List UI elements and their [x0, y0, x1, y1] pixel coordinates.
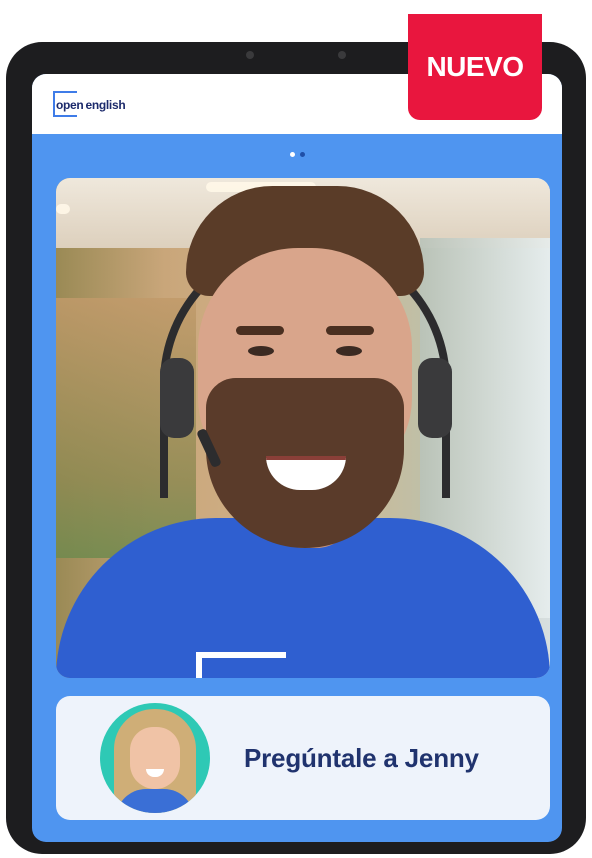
- carousel-dots: [290, 152, 305, 157]
- sensor-dot: [338, 51, 346, 59]
- camera-bar: [246, 50, 346, 60]
- ask-jenny-card[interactable]: Pregúntale a Jenny: [56, 696, 550, 820]
- left-eye: [248, 346, 274, 356]
- new-badge: NUEVO: [408, 14, 542, 120]
- logo-text-english: english: [85, 98, 126, 112]
- left-earcup: [160, 358, 194, 438]
- carousel-dot-2[interactable]: [300, 152, 305, 157]
- left-brow: [236, 326, 284, 335]
- tutor-video-image: [56, 178, 550, 678]
- tablet-frame: open english Pregúntale a Jenny: [6, 42, 586, 854]
- right-eye: [336, 346, 362, 356]
- open-english-logo[interactable]: open english: [53, 91, 126, 117]
- jenny-avatar: [100, 703, 210, 813]
- camera-dot: [246, 51, 254, 59]
- ask-jenny-label: Pregúntale a Jenny: [244, 742, 479, 773]
- logo-bracket-icon: [53, 91, 77, 117]
- right-brow: [326, 326, 374, 335]
- tablet-screen: open english Pregúntale a Jenny: [32, 74, 562, 842]
- shirt-logo-icon: [196, 652, 286, 678]
- right-earcup: [418, 358, 452, 438]
- carousel-dot-1[interactable]: [290, 152, 295, 157]
